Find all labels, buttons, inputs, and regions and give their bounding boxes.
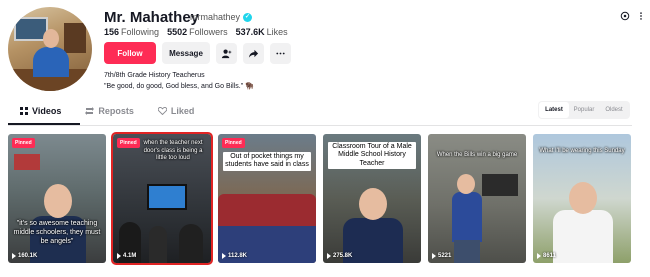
pinned-badge: Pinned bbox=[12, 138, 35, 148]
video-caption: Out of pocket things my students have sa… bbox=[223, 152, 311, 171]
more-options-button[interactable] bbox=[270, 42, 291, 64]
play-icon bbox=[327, 253, 331, 259]
background-tv bbox=[482, 174, 518, 196]
profile-handle: mrmahathey bbox=[190, 12, 241, 22]
sort-latest[interactable]: Latest bbox=[539, 102, 569, 118]
person-body bbox=[452, 192, 482, 242]
add-friend-button[interactable] bbox=[216, 42, 237, 64]
person-body bbox=[149, 226, 167, 263]
profile-stats: 156 Following 5502 Followers 537.6K Likes bbox=[104, 27, 288, 37]
classroom-screen bbox=[147, 184, 187, 210]
avatar-person-body bbox=[33, 47, 69, 77]
video-card[interactable]: Classroom Tour of a Male Middle School H… bbox=[323, 134, 421, 263]
likes-stat: 537.6K Likes bbox=[235, 27, 288, 37]
video-caption: When the Bills win a big game bbox=[436, 152, 518, 158]
video-card[interactable]: Pinned "it's so awesome teaching middle … bbox=[8, 134, 106, 263]
person-head bbox=[359, 188, 387, 220]
video-card[interactable]: When the Bills win a big game 5221 bbox=[428, 134, 526, 263]
heart-icon bbox=[157, 107, 167, 115]
bio-line-2: "Be good, do good, God bless, and Go Bil… bbox=[104, 83, 254, 90]
share-button[interactable] bbox=[243, 42, 264, 64]
view-count: 160.1K bbox=[12, 253, 37, 259]
avatar[interactable] bbox=[8, 7, 92, 91]
video-grid: Pinned "it's so awesome teaching middle … bbox=[8, 132, 631, 265]
sort-popular[interactable]: Popular bbox=[569, 102, 599, 118]
view-count: 275.8K bbox=[327, 253, 352, 259]
person-body bbox=[179, 224, 203, 263]
video-caption: "it's so awesome teaching middle schoole… bbox=[13, 220, 101, 245]
profile-handle-row: mrmahathey ✓ bbox=[190, 12, 253, 22]
message-button[interactable]: Message bbox=[162, 42, 210, 64]
sort-toggle: Latest Popular Oldest bbox=[538, 101, 630, 119]
person-head bbox=[457, 174, 475, 194]
tabs-divider bbox=[8, 125, 632, 126]
jersey bbox=[553, 210, 613, 263]
grid-icon bbox=[20, 107, 28, 115]
video-card-selected[interactable]: Pinned when the teacher next door's clas… bbox=[111, 132, 213, 265]
play-icon bbox=[222, 253, 226, 259]
tab-reposts[interactable]: Reposts bbox=[85, 106, 134, 116]
verified-badge-icon: ✓ bbox=[243, 12, 253, 22]
jersey-text bbox=[561, 228, 605, 236]
sort-oldest[interactable]: Oldest bbox=[599, 102, 629, 118]
video-card[interactable]: Pinned Out of pocket things my students … bbox=[218, 134, 316, 263]
more-icon[interactable] bbox=[636, 11, 646, 21]
profile-actions: Follow Message bbox=[104, 42, 291, 64]
view-count: 8611 bbox=[537, 253, 556, 259]
bio-line-1: 7th/8th Grade History Teacherus bbox=[104, 72, 205, 79]
view-count: 5221 bbox=[432, 253, 451, 259]
play-icon bbox=[432, 253, 436, 259]
settings-icon[interactable] bbox=[620, 11, 630, 21]
person-head bbox=[44, 184, 72, 218]
background-flag bbox=[14, 154, 40, 170]
video-caption: when the teacher next door's class is be… bbox=[143, 140, 203, 161]
profile-tabs: Videos Reposts Liked bbox=[20, 106, 194, 116]
repost-icon bbox=[85, 107, 95, 115]
person-legs bbox=[454, 240, 480, 263]
play-icon bbox=[537, 253, 541, 259]
pinned-badge: Pinned bbox=[222, 138, 245, 148]
person-head bbox=[569, 182, 597, 214]
profile-name: Mr. Mahathey bbox=[104, 9, 200, 26]
following-stat[interactable]: 156 Following bbox=[104, 27, 159, 37]
video-caption: What I'll be wearing this Sunday bbox=[539, 148, 625, 154]
follow-button[interactable]: Follow bbox=[104, 42, 156, 64]
more-icon bbox=[276, 52, 285, 54]
view-count: 4.1M bbox=[117, 253, 136, 259]
video-caption: Classroom Tour of a Male Middle School H… bbox=[328, 142, 416, 170]
view-count: 112.8K bbox=[222, 253, 247, 259]
video-card[interactable]: What I'll be wearing this Sunday 8611 bbox=[533, 134, 631, 263]
followers-stat[interactable]: 5502 Followers bbox=[167, 27, 228, 37]
play-icon bbox=[12, 253, 16, 259]
share-icon bbox=[248, 49, 259, 58]
play-icon bbox=[117, 253, 121, 259]
tab-videos[interactable]: Videos bbox=[20, 106, 61, 116]
avatar-shelf bbox=[64, 23, 86, 53]
tab-liked[interactable]: Liked bbox=[157, 106, 194, 116]
add-friend-icon bbox=[221, 49, 232, 58]
avatar-person-head bbox=[43, 29, 59, 48]
